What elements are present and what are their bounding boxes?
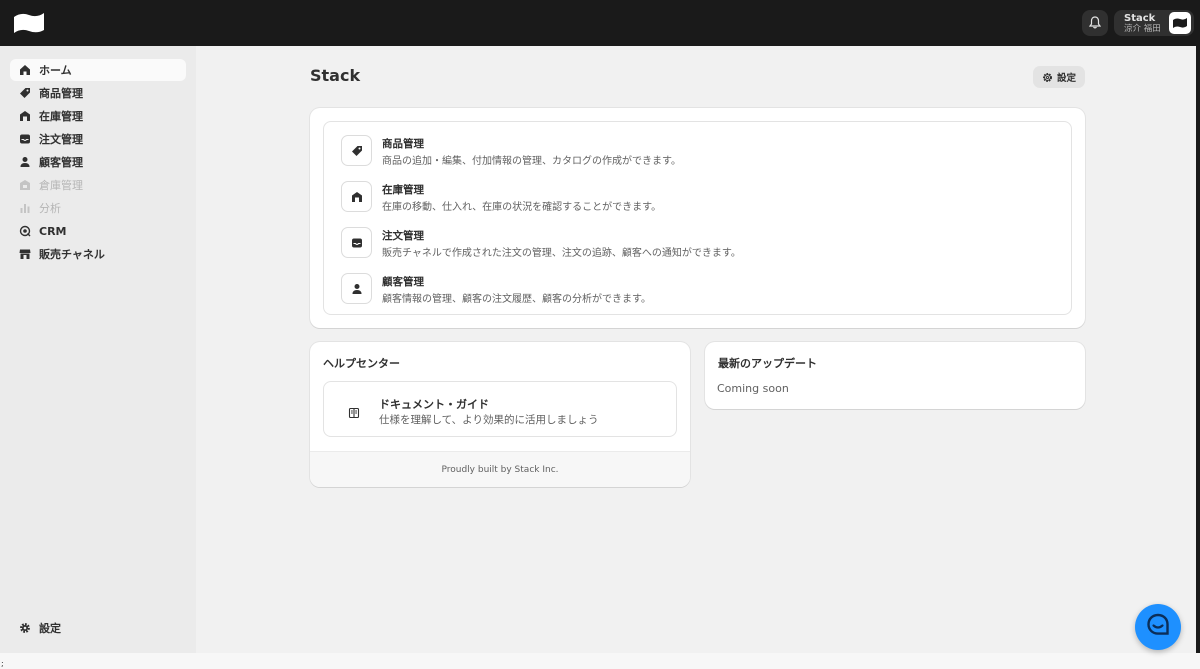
feature-products[interactable]: 商品管理 商品の追加・編集、付加情報の管理、カタログの作成ができます。 <box>341 135 1041 167</box>
top-bar: Stack 涼介 福田 <box>0 0 1200 46</box>
feature-description: 顧客情報の管理、顧客の注文履歴、顧客の分析ができます。 <box>382 294 651 305</box>
feature-orders[interactable]: 注文管理 販売チャネルで作成された注文の管理、注文の追跡、顧客への通知ができます… <box>341 227 1041 259</box>
person-icon <box>341 273 372 304</box>
stack-logo-icon[interactable] <box>12 11 46 35</box>
sidebar-item-label: ホーム <box>39 64 72 77</box>
feature-title: 顧客管理 <box>382 276 424 288</box>
feature-title: 在庫管理 <box>382 184 424 196</box>
avatar <box>1169 12 1191 34</box>
crm-icon <box>18 224 32 238</box>
sidebar-item-inventory[interactable]: 在庫管理 <box>10 105 186 127</box>
window-edge <box>1196 0 1200 669</box>
chat-support-button[interactable] <box>1135 604 1181 650</box>
user-menu-button[interactable]: Stack 涼介 福田 <box>1114 10 1194 36</box>
feature-description: 在庫の移動、仕入れ、在庫の状況を確認することができます。 <box>382 202 662 213</box>
sidebar-item-products[interactable]: 商品管理 <box>10 82 186 104</box>
sidebar: ホーム 商品管理 在庫管理 注文管理 顧客管理 倉庫管理 分析 CRM 販売チャ… <box>0 46 196 653</box>
feature-card: 商品管理 商品の追加・編集、付加情報の管理、カタログの作成ができます。 在庫管理… <box>310 108 1085 328</box>
store-icon <box>18 247 32 261</box>
user-name: 涼介 福田 <box>1124 24 1161 34</box>
org-name: Stack <box>1124 13 1156 24</box>
feature-description: 商品の追加・編集、付加情報の管理、カタログの作成ができます。 <box>382 156 681 167</box>
sidebar-item-sales-channels[interactable]: 販売チャネル <box>10 243 186 265</box>
sidebar-item-label: 分析 <box>39 202 61 215</box>
bell-icon <box>1088 14 1102 33</box>
sidebar-item-customers[interactable]: 顧客管理 <box>10 151 186 173</box>
feature-list: 商品管理 商品の追加・編集、付加情報の管理、カタログの作成ができます。 在庫管理… <box>323 121 1072 315</box>
sidebar-item-orders[interactable]: 注文管理 <box>10 128 186 150</box>
updates-heading: 最新のアップデート <box>718 357 817 370</box>
sidebar-item-crm[interactable]: CRM <box>10 220 186 242</box>
help-footer: Proudly built by Stack Inc. <box>310 451 690 487</box>
settings-button-label: 設定 <box>1056 73 1076 84</box>
sidebar-item-warehouse: 倉庫管理 <box>10 174 186 196</box>
settings-button[interactable]: 設定 <box>1033 66 1085 88</box>
chat-icon <box>1145 612 1171 642</box>
book-icon <box>348 404 362 419</box>
bar-chart-icon <box>18 201 32 215</box>
sidebar-item-label: 注文管理 <box>39 133 83 146</box>
notification-button[interactable] <box>1082 10 1108 36</box>
feature-title: 注文管理 <box>382 230 424 242</box>
sidebar-item-settings[interactable]: 設定 <box>10 617 186 639</box>
gear-icon <box>18 621 32 635</box>
bottom-strip <box>0 653 1200 669</box>
sidebar-item-label: 販売チャネル <box>39 248 105 261</box>
sidebar-item-label: CRM <box>39 224 67 238</box>
tag-icon <box>18 86 32 100</box>
page-title: Stack <box>310 66 361 85</box>
sidebar-item-label: 顧客管理 <box>39 156 83 169</box>
sidebar-item-label: 在庫管理 <box>39 110 83 123</box>
sidebar-item-label: 商品管理 <box>39 87 83 100</box>
sidebar-item-label: 倉庫管理 <box>39 179 83 192</box>
feature-title: 商品管理 <box>382 138 424 150</box>
feature-description: 販売チャネルで作成された注文の管理、注文の追跡、顧客への通知ができます。 <box>382 248 741 259</box>
corner-mark: ; <box>1 659 4 668</box>
inbox-icon <box>341 227 372 258</box>
sidebar-item-label: 設定 <box>39 622 61 635</box>
sidebar-item-home[interactable]: ホーム <box>10 59 186 81</box>
updates-text: Coming soon <box>717 382 789 395</box>
feature-customers[interactable]: 顧客管理 顧客情報の管理、顧客の注文履歴、顧客の分析ができます。 <box>341 273 1041 305</box>
home-icon <box>18 63 32 77</box>
feature-inventory[interactable]: 在庫管理 在庫の移動、仕入れ、在庫の状況を確認することができます。 <box>341 181 1041 213</box>
doc-title: ドキュメント・ガイド <box>379 398 489 411</box>
tag-icon <box>341 135 372 166</box>
inbox-icon <box>18 132 32 146</box>
updates-card: 最新のアップデート Coming soon <box>705 342 1085 409</box>
warehouse-icon <box>18 109 32 123</box>
doc-description: 仕様を理解して、より効果的に活用しましょう <box>379 414 599 426</box>
help-center-heading: ヘルプセンター <box>323 357 400 370</box>
lock-box-icon <box>18 178 32 192</box>
help-center-card: ヘルプセンター ドキュメント・ガイド 仕様を理解して、より効果的に活用しましょう… <box>310 342 690 487</box>
sidebar-item-analytics: 分析 <box>10 197 186 219</box>
person-icon <box>18 155 32 169</box>
warehouse-icon <box>341 181 372 212</box>
gear-icon <box>1042 68 1053 87</box>
documentation-guide-link[interactable]: ドキュメント・ガイド 仕様を理解して、より効果的に活用しましょう <box>323 381 677 437</box>
